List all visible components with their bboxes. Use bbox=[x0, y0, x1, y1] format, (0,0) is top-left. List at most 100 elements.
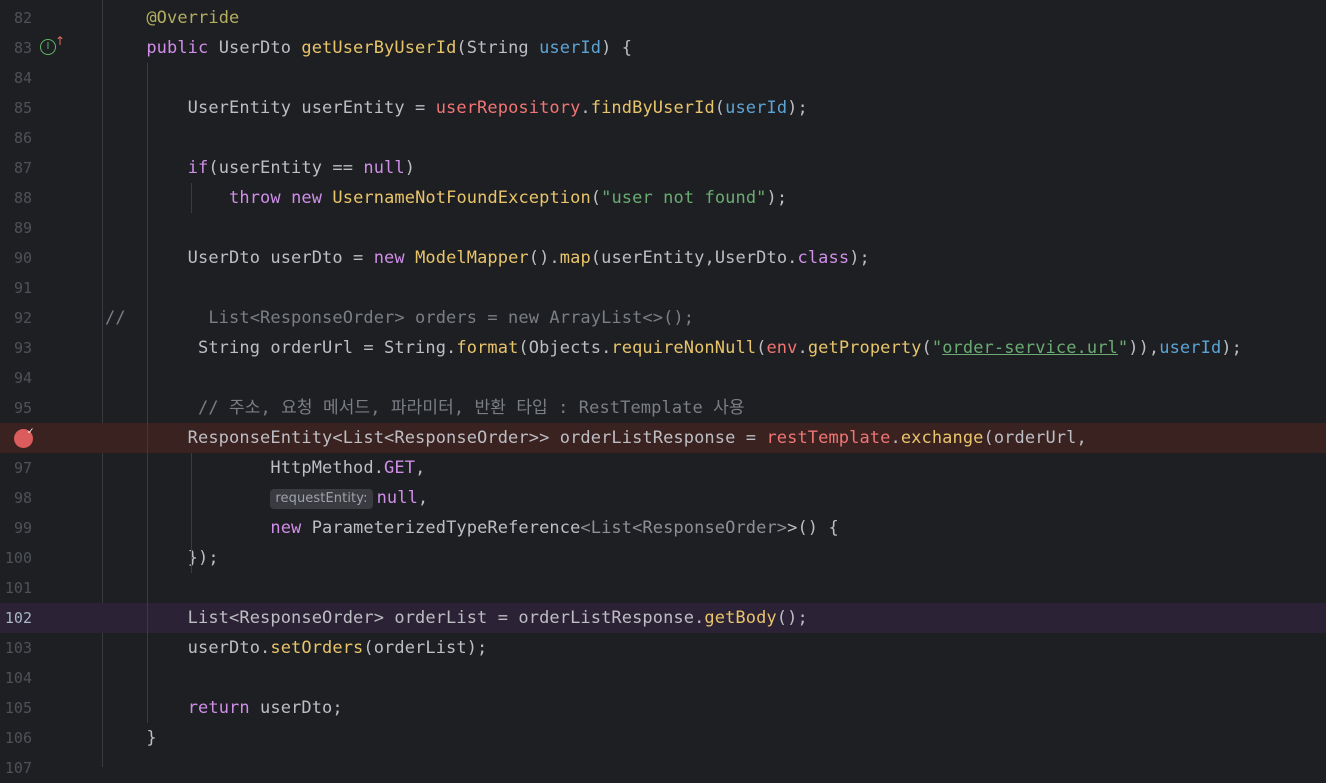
code-line[interactable]: 83 I ↑ public UserDto getUserByUserId(Stri… bbox=[0, 33, 1326, 63]
code-text[interactable]: new ParameterizedTypeReference<List<Resp… bbox=[105, 518, 839, 538]
line-number[interactable]: 100 bbox=[0, 549, 32, 567]
code-line[interactable]: 90 UserDto userDto = new ModelMapper().m… bbox=[0, 243, 1326, 273]
line-number[interactable]: 103 bbox=[0, 639, 32, 657]
code-text[interactable]: HttpMethod.GET, bbox=[105, 458, 425, 478]
code-text[interactable]: }); bbox=[105, 548, 219, 568]
line-number[interactable]: 105 bbox=[0, 699, 32, 717]
code-line[interactable]: 106 } bbox=[0, 723, 1326, 753]
code-editor[interactable]: 82 @Override 83 I ↑ public UserDto getUserB… bbox=[0, 0, 1326, 777]
code-line[interactable]: 103 userDto.setOrders(orderList); bbox=[0, 633, 1326, 663]
line-number[interactable]: 98 bbox=[0, 489, 32, 507]
code-token: null bbox=[376, 488, 418, 508]
line-number[interactable]: 91 bbox=[0, 279, 32, 297]
code-text[interactable]: @Override bbox=[105, 8, 239, 28]
code-token: ); bbox=[849, 248, 870, 268]
breakpoint-icon[interactable]: ✓ bbox=[14, 426, 34, 448]
code-text[interactable]: public UserDto getUserByUserId(String us… bbox=[105, 38, 632, 58]
code-line[interactable]: 93 String orderUrl = String.format(Objec… bbox=[0, 333, 1326, 363]
code-token: if bbox=[187, 158, 209, 178]
code-text[interactable]: UserDto userDto = new ModelMapper().map(… bbox=[105, 248, 870, 268]
code-text[interactable]: if(userEntity == null) bbox=[105, 158, 415, 178]
code-line[interactable]: 91 bbox=[0, 273, 1326, 303]
code-token: (userEntity == bbox=[208, 158, 364, 178]
code-token: (orderUrl, bbox=[983, 428, 1087, 448]
line-number[interactable]: 107 bbox=[0, 759, 32, 777]
code-text[interactable]: String orderUrl = String.format(Objects.… bbox=[105, 338, 1242, 358]
code-line[interactable]: 102 List<ResponseOrder> orderList = orde… bbox=[0, 603, 1326, 633]
code-line[interactable]: 101 bbox=[0, 573, 1326, 603]
line-number[interactable]: 86 bbox=[0, 129, 32, 147]
code-token: map bbox=[559, 248, 591, 268]
code-text[interactable]: throw new UsernameNotFoundException("use… bbox=[105, 188, 787, 208]
line-number[interactable]: 87 bbox=[0, 159, 32, 177]
code-line[interactable]: 87 if(userEntity == null) bbox=[0, 153, 1326, 183]
code-token: env bbox=[766, 338, 798, 358]
implements-icon[interactable]: I bbox=[40, 39, 56, 55]
code-token: (); bbox=[776, 608, 808, 628]
code-line[interactable]: 95 // 주소, 요청 메서드, 파라미터, 반환 타입 : RestTemp… bbox=[0, 393, 1326, 423]
line-number[interactable]: 94 bbox=[0, 369, 32, 387]
code-token: }); bbox=[105, 548, 219, 568]
line-number[interactable]: 97 bbox=[0, 459, 32, 477]
line-number[interactable]: 93 bbox=[0, 339, 32, 357]
code-text[interactable]: return userDto; bbox=[105, 698, 343, 718]
code-token: return bbox=[187, 698, 250, 718]
code-token: . bbox=[797, 338, 808, 358]
line-number[interactable]: 102 bbox=[0, 609, 32, 627]
line-number[interactable]: 83 bbox=[0, 39, 32, 57]
code-text[interactable]: } bbox=[105, 728, 157, 748]
go-to-super-arrow-icon[interactable]: ↑ bbox=[55, 34, 65, 48]
code-token: null bbox=[363, 158, 405, 178]
code-token: ) { bbox=[601, 38, 633, 58]
check-icon: ✓ bbox=[27, 426, 34, 437]
code-text[interactable]: userDto.setOrders(orderList); bbox=[105, 638, 488, 658]
line-number[interactable]: 95 bbox=[0, 399, 32, 417]
code-line[interactable]: 99 new ParameterizedTypeReference<List<R… bbox=[0, 513, 1326, 543]
parameter-hint: requestEntity: bbox=[270, 489, 373, 509]
code-line[interactable]: 96✓ ResponseEntity<List<ResponseOrder>> … bbox=[0, 423, 1326, 453]
line-number[interactable]: 101 bbox=[0, 579, 32, 597]
code-token: getBody bbox=[704, 608, 777, 628]
code-line[interactable]: 88 throw new UsernameNotFoundException("… bbox=[0, 183, 1326, 213]
line-number[interactable]: 89 bbox=[0, 219, 32, 237]
code-line[interactable]: 105 return userDto; bbox=[0, 693, 1326, 723]
code-line[interactable]: 89 bbox=[0, 213, 1326, 243]
code-token: new bbox=[373, 248, 405, 268]
code-line[interactable]: 84 bbox=[0, 63, 1326, 93]
code-token: ResponseEntity<List<ResponseOrder>> orde… bbox=[105, 428, 767, 448]
code-text[interactable]: // 주소, 요청 메서드, 파라미터, 반환 타입 : RestTemplat… bbox=[105, 398, 745, 418]
code-text[interactable]: requestEntity: null, bbox=[105, 488, 428, 509]
code-token: order-service.url bbox=[942, 338, 1118, 358]
code-line[interactable]: 104 bbox=[0, 663, 1326, 693]
line-number[interactable]: 88 bbox=[0, 189, 32, 207]
code-text[interactable]: // List<ResponseOrder> orders = new Arra… bbox=[105, 308, 694, 328]
code-token: )), bbox=[1128, 338, 1160, 358]
code-text[interactable]: UserEntity userEntity = userRepository.f… bbox=[105, 98, 808, 118]
line-number[interactable]: 84 bbox=[0, 69, 32, 87]
code-line[interactable]: 92 // List<ResponseOrder> orders = new Ar… bbox=[0, 303, 1326, 333]
line-number[interactable]: 90 bbox=[0, 249, 32, 267]
code-line[interactable]: 82 @Override bbox=[0, 3, 1326, 33]
code-token: >() { bbox=[787, 518, 839, 538]
code-token: restTemplate bbox=[766, 428, 891, 448]
code-line[interactable]: 86 bbox=[0, 123, 1326, 153]
code-line[interactable]: 107 bbox=[0, 753, 1326, 783]
code-token: setOrders bbox=[270, 638, 364, 658]
code-token: , bbox=[415, 458, 426, 478]
code-token: , bbox=[417, 488, 429, 508]
code-line[interactable]: 98 requestEntity: null, bbox=[0, 483, 1326, 513]
code-line[interactable]: 100 }); bbox=[0, 543, 1326, 573]
line-number[interactable]: 82 bbox=[0, 9, 32, 27]
code-text[interactable]: List<ResponseOrder> orderList = orderLis… bbox=[105, 608, 808, 628]
code-line[interactable]: 97 HttpMethod.GET, bbox=[0, 453, 1326, 483]
code-token: UserEntity userEntity = bbox=[105, 98, 436, 118]
line-number[interactable]: 85 bbox=[0, 99, 32, 117]
code-line[interactable]: 94 bbox=[0, 363, 1326, 393]
line-number[interactable]: 99 bbox=[0, 519, 32, 537]
line-number[interactable]: 106 bbox=[0, 729, 32, 747]
line-number[interactable]: 92 bbox=[0, 309, 32, 327]
line-number[interactable]: 104 bbox=[0, 669, 32, 687]
code-text[interactable]: ResponseEntity<List<ResponseOrder>> orde… bbox=[105, 428, 1087, 448]
code-line[interactable]: 85 UserEntity userEntity = userRepositor… bbox=[0, 93, 1326, 123]
